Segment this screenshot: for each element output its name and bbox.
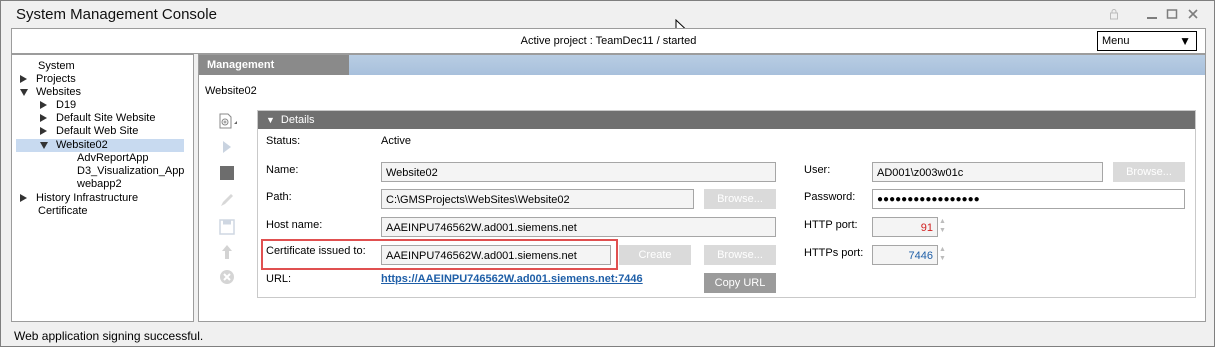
navigation-tree: System Projects Websites D19 Default Sit… [11,54,194,322]
tree-item-default-site-website[interactable]: Default Site Website [40,112,155,125]
host-name-label: Host name: [266,219,323,231]
url-label: URL: [266,273,292,285]
project-bar: Active project : TeamDec11 / started Men… [11,28,1206,54]
certificate-field[interactable]: AAEINPU746562W.ad001.siemens.net [381,245,611,265]
status-value: Active [381,135,411,147]
menu-dropdown-label: Menu [1102,35,1130,47]
tree-item-history-infrastructure[interactable]: History Infrastructure [20,192,138,205]
expand-arrow-icon[interactable] [40,127,47,136]
details-title: Details [280,114,315,126]
https-port-label: HTTPs port: [804,247,864,259]
lock-icon[interactable] [1107,8,1121,22]
collapse-arrow-icon[interactable]: ▼ [266,115,275,125]
add-dropdown-icon[interactable] [217,112,237,130]
tree-item-certificate[interactable]: Certificate [38,205,88,218]
tree-item-website02[interactable]: Website02 [16,139,184,152]
management-panel: Management Website02 ▼ Details Status: A… [198,54,1206,322]
title-bar: System Management Console [1,1,1214,37]
active-project-label: Active project : TeamDec11 / started [520,35,697,47]
maximize-icon[interactable] [1165,8,1179,22]
url-link[interactable]: https://AAEINPU746562W.ad001.siemens.net… [381,273,643,285]
action-toolbar [213,108,243,318]
save-icon[interactable] [217,218,237,236]
collapse-arrow-icon[interactable] [40,141,48,149]
create-button[interactable]: Create [619,245,691,265]
certificate-browse-button[interactable]: Browse... [704,245,776,265]
collapse-arrow-icon[interactable] [20,88,28,96]
http-port-label: HTTP port: [804,219,858,231]
chevron-down-icon: ▼ [1179,34,1191,48]
http-port-field[interactable]: 91 [872,217,938,237]
tree-item-projects[interactable]: Projects [20,73,76,86]
certificate-label: Certificate issued to: [266,245,366,257]
details-section: ▼ Details Status: Active Name: Website02 … [257,110,1196,298]
expand-arrow-icon[interactable] [20,75,27,84]
status-label: Status: [266,135,301,147]
http-port-stepper-icon[interactable]: ▲ ▼ [939,217,948,237]
name-label: Name: [266,164,299,176]
host-name-field[interactable]: AAEINPU746562W.ad001.siemens.net [381,217,776,237]
minimize-icon[interactable] [1145,8,1159,22]
name-field[interactable]: Website02 [381,162,776,182]
user-browse-button[interactable]: Browse... [1113,162,1185,182]
https-port-stepper-icon[interactable]: ▲ ▼ [939,245,948,265]
user-label: User: [804,164,831,176]
tree-item-d3-visualization-app[interactable]: D3_Visualization_App [77,165,184,178]
breadcrumb: Website02 [205,85,257,97]
edit-icon[interactable] [217,191,237,209]
expand-arrow-icon[interactable] [40,101,47,110]
path-field[interactable]: C:\GMSProjects\WebSites\Website02 [381,189,694,209]
password-field[interactable]: ●●●●●●●●●●●●●●●●● [872,189,1185,209]
start-icon[interactable] [217,138,237,156]
close-icon[interactable] [1186,8,1200,22]
tab-management[interactable]: Management [199,55,349,75]
tree-item-webapp2[interactable]: webapp2 [77,178,122,191]
app-window: System Management Console Active project… [0,0,1215,347]
path-label: Path: [266,191,292,203]
stop-icon[interactable] [217,164,237,182]
path-browse-button[interactable]: Browse... [704,189,776,209]
user-field[interactable]: AD001\z003w01c [872,162,1103,182]
https-port-field[interactable]: 7446 [872,245,938,265]
copy-url-button[interactable]: Copy URL [704,273,776,293]
tree-item-d19[interactable]: D19 [40,99,76,112]
tree-item-advreportapp[interactable]: AdvReportApp [77,152,149,165]
tree-item-websites[interactable]: Websites [20,86,81,99]
tree-item-system[interactable]: System [38,60,75,73]
expand-arrow-icon[interactable] [40,114,47,123]
management-header: Management [199,55,1205,75]
password-label: Password: [804,191,856,203]
delete-icon[interactable] [217,268,237,286]
upload-icon[interactable] [217,243,237,261]
expand-arrow-icon[interactable] [20,194,27,203]
tree-item-default-web-site[interactable]: Default Web Site [40,125,138,138]
window-title: System Management Console [16,6,217,23]
status-bar-message: Web application signing successful. [14,329,204,343]
details-header[interactable]: ▼ Details [258,111,1195,129]
menu-dropdown[interactable]: Menu ▼ [1097,31,1197,51]
